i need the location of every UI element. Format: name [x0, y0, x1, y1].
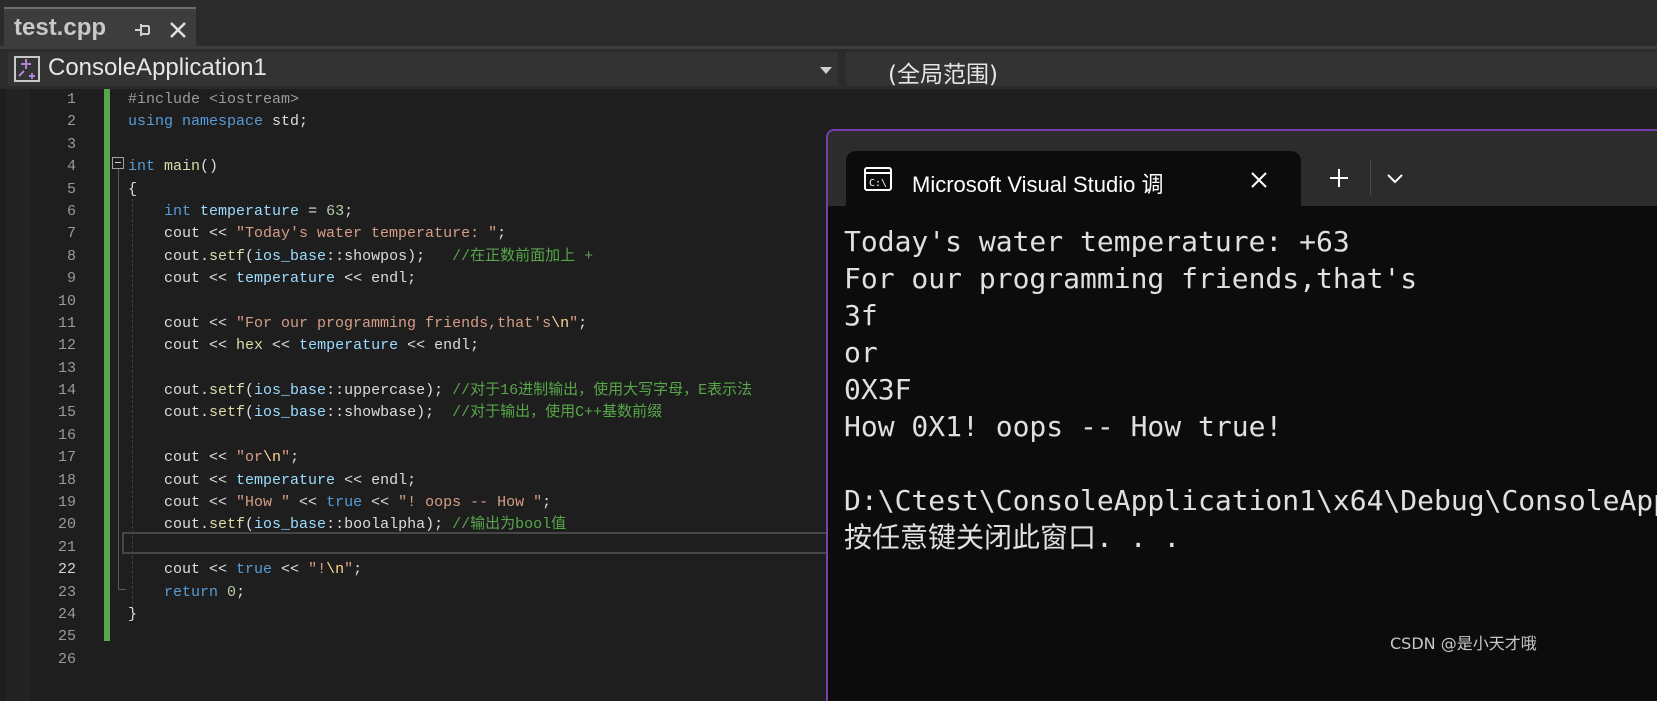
line-number: 7 — [66, 225, 76, 243]
fold-line-end — [118, 589, 126, 590]
console-line: 3f — [844, 299, 878, 332]
line-number: 9 — [66, 270, 76, 288]
line-number: 18 — [57, 471, 76, 489]
line-number: 2 — [66, 113, 76, 131]
code-line[interactable]: cout << hex << temperature << endl; — [128, 335, 888, 357]
code-line[interactable]: int temperature = 63; — [128, 201, 888, 223]
breakpoint-margin[interactable] — [6, 89, 30, 701]
console-line: D:\Ctest\ConsoleApplication1\x64\Debug\C… — [844, 484, 1657, 517]
line-number: 19 — [57, 494, 76, 512]
console-output: Today's water temperature: +63 For our pr… — [844, 223, 1657, 556]
line-numbers: 1 2 3 4 5 6 7 8 9 10 11 12 13 14 15 16 17 18 19 20 21 22 23 24 2… — [36, 89, 76, 671]
line-number: 6 — [66, 202, 76, 220]
code-line[interactable]: cout << "Today's water temperature: "; — [128, 223, 888, 245]
fold-line — [118, 169, 119, 589]
line-number: 17 — [57, 449, 76, 467]
chevron-down-icon[interactable] — [1384, 171, 1406, 187]
terminal-icon: C:\ — [864, 167, 892, 191]
svg-text:C:\: C:\ — [869, 178, 887, 189]
code-line[interactable] — [128, 626, 888, 648]
scope-dropdown[interactable]: (全局范围) — [846, 52, 1657, 88]
chevron-down-icon[interactable] — [820, 67, 832, 74]
close-icon[interactable] — [167, 19, 189, 41]
line-number: 3 — [66, 135, 76, 153]
code-line[interactable] — [128, 649, 888, 671]
project-icon — [14, 56, 40, 82]
line-number: 4 — [66, 158, 76, 176]
plus-icon[interactable] — [1328, 167, 1350, 189]
console-line: Today's water temperature: +63 — [844, 225, 1350, 258]
console-line: How 0X1! oops -- How true! — [844, 410, 1283, 443]
line-number: 13 — [57, 359, 76, 377]
code-text[interactable]: #include <iostream> using namespace std; … — [128, 89, 888, 671]
debug-console-window[interactable]: C:\ Microsoft Visual Studio 调试控制台 Today'… — [826, 129, 1657, 701]
terminal-tab-title: Microsoft Visual Studio 调试控制台 — [912, 172, 1162, 197]
code-line[interactable]: int main() — [128, 156, 888, 178]
project-label: ConsoleApplication1 — [48, 54, 267, 81]
code-line[interactable]: cout.setf(ios_base::uppercase); //对于16进制… — [128, 380, 888, 402]
line-number: 8 — [66, 247, 76, 265]
code-line[interactable]: #include <iostream> — [128, 89, 888, 111]
document-tab[interactable]: test.cpp — [4, 7, 196, 46]
navigation-bar: ConsoleApplication1 (全局范围) — [0, 49, 1657, 89]
code-line[interactable]: } — [128, 604, 888, 626]
scope-label: (全局范围) — [888, 62, 998, 88]
titlebar-separator — [1370, 159, 1371, 195]
console-line: or — [844, 336, 878, 369]
code-line[interactable]: { — [128, 179, 888, 201]
document-tab-strip: test.cpp — [0, 0, 1657, 46]
code-line[interactable]: using namespace std; — [128, 111, 888, 133]
line-number: 12 — [57, 337, 76, 355]
terminal-titlebar: C:\ Microsoft Visual Studio 调试控制台 — [828, 131, 1657, 208]
pin-icon[interactable] — [132, 19, 154, 41]
code-line[interactable]: cout.setf(ios_base::boolalpha); //输出为boo… — [128, 514, 888, 536]
code-line[interactable]: cout << temperature << endl; — [128, 470, 888, 492]
line-number: 16 — [57, 426, 76, 444]
collapse-icon[interactable] — [112, 157, 124, 169]
document-tab-label: test.cpp — [14, 14, 107, 41]
code-line[interactable] — [128, 291, 888, 313]
code-line[interactable] — [128, 537, 888, 559]
line-number: 14 — [57, 382, 76, 400]
code-line[interactable]: cout << "For our programming friends,tha… — [128, 313, 888, 335]
close-icon[interactable] — [1248, 169, 1270, 191]
code-line[interactable]: cout << "or\n"; — [128, 447, 888, 469]
line-number: 22 — [57, 561, 76, 579]
code-line[interactable]: cout.setf(ios_base::showbase); //对于输出，使用… — [128, 402, 888, 424]
terminal-tab[interactable]: C:\ Microsoft Visual Studio 调试控制台 — [846, 151, 1301, 208]
line-number: 1 — [66, 91, 76, 108]
console-line: 0X3F — [844, 373, 912, 406]
project-dropdown[interactable]: ConsoleApplication1 — [8, 52, 838, 86]
line-number: 25 — [57, 628, 76, 646]
line-number: 15 — [57, 404, 76, 422]
line-number: 26 — [57, 650, 76, 668]
code-line[interactable]: cout << temperature << endl; — [128, 268, 888, 290]
line-number: 20 — [57, 516, 76, 534]
code-line[interactable]: return 0; — [128, 582, 888, 604]
change-tracking-bar — [104, 89, 110, 641]
line-number: 11 — [57, 314, 76, 332]
line-number: 21 — [57, 538, 76, 556]
code-line[interactable] — [128, 358, 888, 380]
line-number: 24 — [57, 605, 76, 623]
line-number: 23 — [57, 583, 76, 601]
code-line[interactable]: cout.setf(ios_base::showpos); //在正数前面加上 … — [128, 246, 888, 268]
console-line: For our programming friends,that's — [844, 262, 1418, 295]
line-number: 5 — [66, 180, 76, 198]
code-line[interactable] — [128, 425, 888, 447]
code-line[interactable]: cout << true << "!\n"; — [128, 559, 888, 581]
code-line[interactable]: cout << "How " << true << "! oops -- How… — [128, 492, 888, 514]
watermark: CSDN @是小天才哦 — [1390, 634, 1537, 653]
console-line: 按任意键关闭此窗口. . . — [844, 521, 1181, 554]
code-line[interactable] — [128, 134, 888, 156]
line-number: 10 — [57, 292, 76, 310]
